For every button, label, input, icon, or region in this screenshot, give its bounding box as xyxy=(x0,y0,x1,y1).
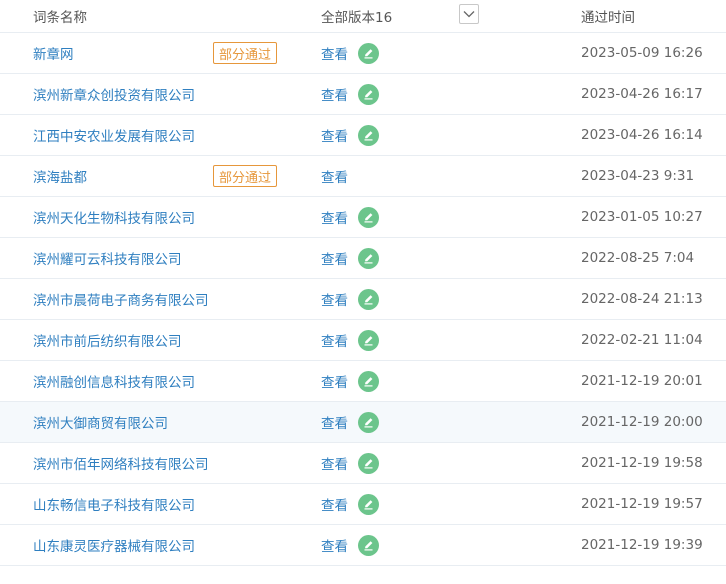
approved-time: 2021-12-19 19:58 xyxy=(581,455,703,471)
table-row: 滨州市晨荷电子商务有限公司 查看 2022-08-24 21:13 xyxy=(0,279,726,320)
table-row: 滨州大御商贸有限公司 查看 2021-12-19 20:00 xyxy=(0,402,726,443)
entry-name-link[interactable]: 江西中安农业发展有限公司 xyxy=(33,115,195,155)
edit-button[interactable] xyxy=(358,248,379,269)
view-link[interactable]: 查看 xyxy=(321,74,348,114)
approved-time: 2023-01-05 10:27 xyxy=(581,209,703,225)
entry-name-link[interactable]: 山东康灵医疗器械有限公司 xyxy=(33,525,195,565)
table-row: 滨州新章众创投资有限公司 查看 2023-04-26 16:17 xyxy=(0,74,726,115)
table-row: 滨州市佰年网络科技有限公司 查看 2021-12-19 19:58 xyxy=(0,443,726,484)
table-row: 滨海盐都 部分通过 查看 2023-04-23 9:31 xyxy=(0,156,726,197)
approved-time: 2021-12-19 19:57 xyxy=(581,496,703,512)
table-row: 滨州天化生物科技有限公司 查看 2023-01-05 10:27 xyxy=(0,197,726,238)
table-row: 滨州融创信息科技有限公司 查看 2021-12-19 20:01 xyxy=(0,361,726,402)
entry-name-link[interactable]: 滨州耀可云科技有限公司 xyxy=(33,238,182,278)
edit-icon xyxy=(358,125,379,146)
entry-name-link[interactable]: 滨州市佰年网络科技有限公司 xyxy=(33,443,209,483)
approved-time: 2023-04-26 16:17 xyxy=(581,86,703,102)
edit-icon xyxy=(358,371,379,392)
entry-name-link[interactable]: 滨州天化生物科技有限公司 xyxy=(33,197,195,237)
edit-button[interactable] xyxy=(358,453,379,474)
entries-table: 词条名称 全部版本16 通过时间 新章网 部分通过 查看 2023-05-09 16:… xyxy=(0,0,726,584)
edit-icon xyxy=(358,289,379,310)
edit-button[interactable] xyxy=(358,207,379,228)
view-link[interactable]: 查看 xyxy=(321,115,348,155)
view-link[interactable]: 查看 xyxy=(321,238,348,278)
table-row: 山东康灵医疗器械有限公司 查看 2021-12-19 19:39 xyxy=(0,525,726,566)
entry-name-link[interactable]: 滨州市前后纺织有限公司 xyxy=(33,320,182,360)
view-link[interactable]: 查看 xyxy=(321,197,348,237)
edit-button[interactable] xyxy=(358,330,379,351)
status-badge: 部分通过 xyxy=(213,165,278,187)
edit-button[interactable] xyxy=(358,371,379,392)
approved-time: 2021-12-19 20:00 xyxy=(581,414,703,430)
entry-name-link[interactable]: 新章网 xyxy=(33,33,74,73)
approved-time: 2022-02-21 11:04 xyxy=(581,332,703,348)
approved-time: 2023-05-09 16:26 xyxy=(581,45,703,61)
approved-time: 2022-08-25 7:04 xyxy=(581,250,695,266)
view-link[interactable]: 查看 xyxy=(321,402,348,442)
table-row: 滨州耀可云科技有限公司 查看 2022-08-25 7:04 xyxy=(0,238,726,279)
edit-button[interactable] xyxy=(358,535,379,556)
entry-name-link[interactable]: 滨海盐都 xyxy=(33,156,87,196)
column-header-time: 通过时间 xyxy=(581,10,635,26)
column-header-name: 词条名称 xyxy=(33,10,87,26)
edit-button[interactable] xyxy=(358,412,379,433)
edit-icon xyxy=(358,494,379,515)
edit-button[interactable] xyxy=(358,125,379,146)
approved-time: 2023-04-26 16:14 xyxy=(581,127,703,143)
view-link[interactable]: 查看 xyxy=(321,484,348,524)
edit-icon xyxy=(358,43,379,64)
entry-name-link[interactable]: 山东畅信电子科技有限公司 xyxy=(33,484,195,524)
edit-icon xyxy=(358,453,379,474)
table-row-partial xyxy=(0,566,726,584)
entry-name-link[interactable]: 滨州市晨荷电子商务有限公司 xyxy=(33,279,209,319)
table-row: 滨州市前后纺织有限公司 查看 2022-02-21 11:04 xyxy=(0,320,726,361)
column-header-version: 全部版本16 xyxy=(321,10,393,26)
status-badge: 部分通过 xyxy=(213,42,278,64)
edit-icon xyxy=(358,248,379,269)
edit-button[interactable] xyxy=(358,289,379,310)
entry-name-link[interactable]: 滨州融创信息科技有限公司 xyxy=(33,361,195,401)
view-link[interactable]: 查看 xyxy=(321,361,348,401)
version-filter-dropdown[interactable] xyxy=(459,4,479,24)
view-link[interactable]: 查看 xyxy=(321,33,348,73)
entry-name-link[interactable]: 滨州大御商贸有限公司 xyxy=(33,402,168,442)
view-link[interactable]: 查看 xyxy=(321,279,348,319)
edit-button[interactable] xyxy=(358,494,379,515)
table-row: 新章网 部分通过 查看 2023-05-09 16:26 xyxy=(0,33,726,74)
entry-name-link[interactable]: 滨州新章众创投资有限公司 xyxy=(33,74,195,114)
approved-time: 2023-04-23 9:31 xyxy=(581,168,695,184)
edit-button[interactable] xyxy=(358,43,379,64)
table-body: 新章网 部分通过 查看 2023-05-09 16:26 滨州新章众创投资有限公司 查看 2… xyxy=(0,33,726,566)
edit-icon xyxy=(358,330,379,351)
approved-time: 2021-12-19 20:01 xyxy=(581,373,703,389)
view-link[interactable]: 查看 xyxy=(321,525,348,565)
table-header: 词条名称 全部版本16 通过时间 xyxy=(0,0,726,33)
edit-icon xyxy=(358,207,379,228)
approved-time: 2021-12-19 19:39 xyxy=(581,537,703,553)
table-row: 山东畅信电子科技有限公司 查看 2021-12-19 19:57 xyxy=(0,484,726,525)
approved-time: 2022-08-24 21:13 xyxy=(581,291,703,307)
view-link[interactable]: 查看 xyxy=(321,156,348,196)
chevron-down-icon xyxy=(463,11,475,18)
edit-icon xyxy=(358,412,379,433)
edit-icon xyxy=(358,84,379,105)
view-link[interactable]: 查看 xyxy=(321,443,348,483)
edit-icon xyxy=(358,535,379,556)
view-link[interactable]: 查看 xyxy=(321,320,348,360)
edit-button[interactable] xyxy=(358,84,379,105)
table-row: 江西中安农业发展有限公司 查看 2023-04-26 16:14 xyxy=(0,115,726,156)
